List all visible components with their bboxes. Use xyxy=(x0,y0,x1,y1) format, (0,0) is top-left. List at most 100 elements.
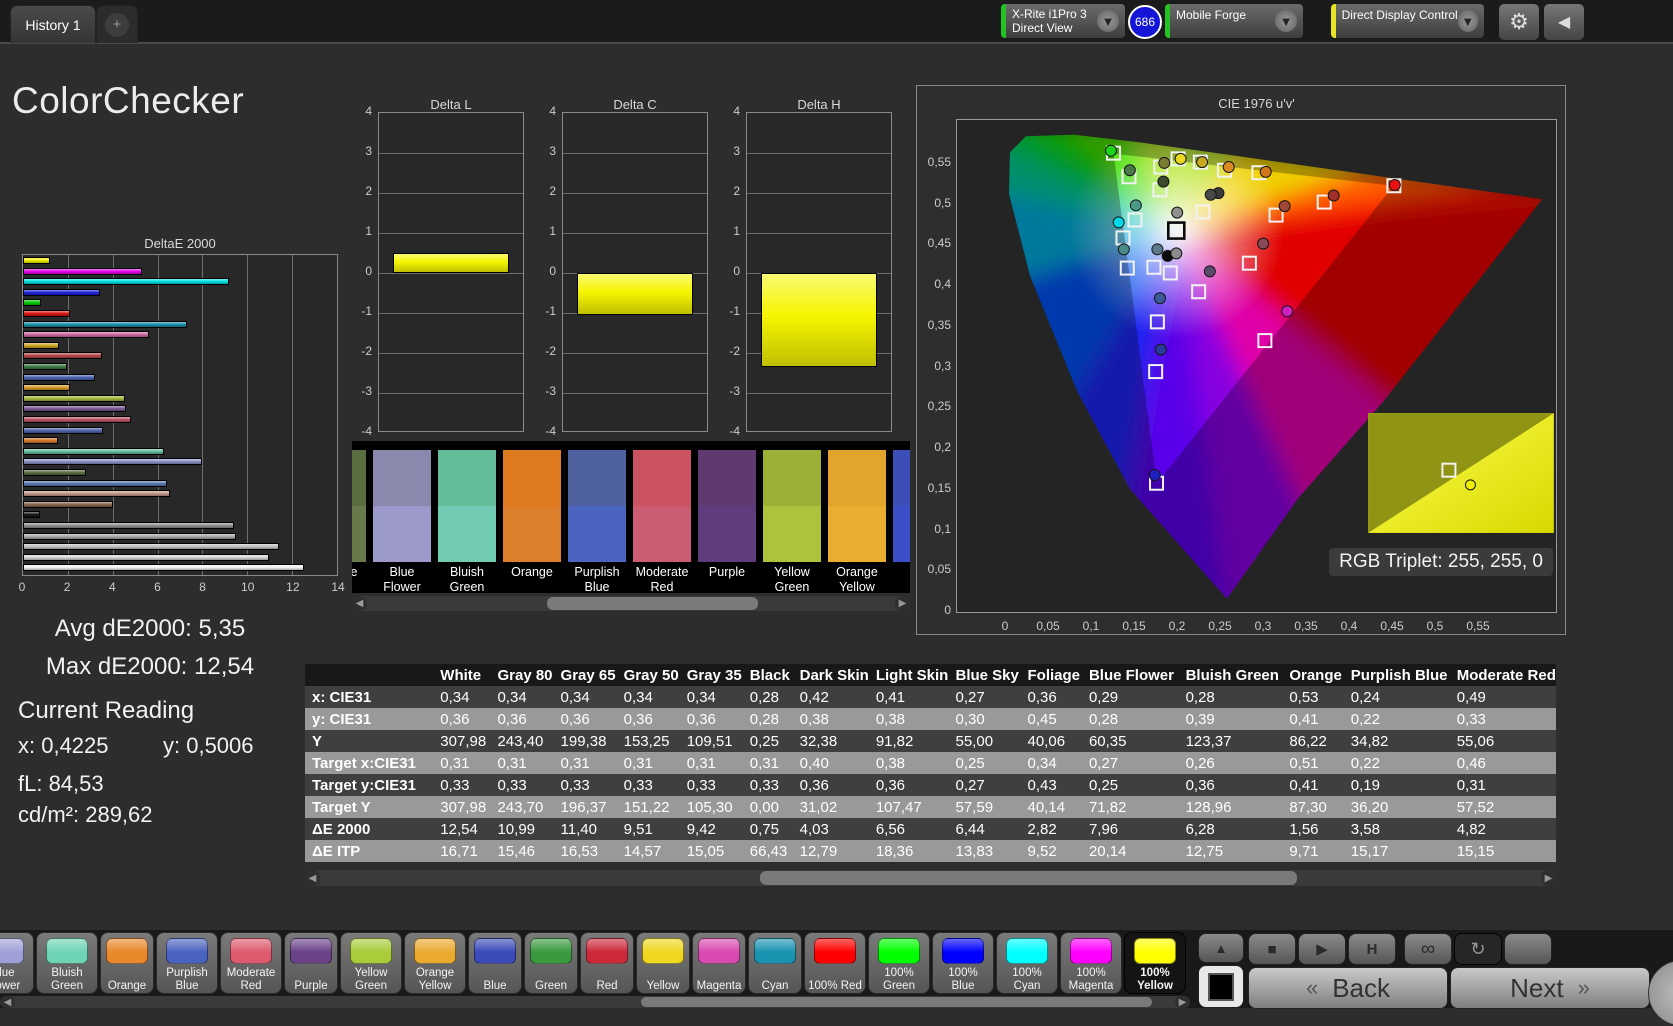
next-button[interactable]: Next » xyxy=(1450,967,1650,1009)
table-cell: 0,34 xyxy=(617,686,680,708)
patch-button-label: Orange Yellow xyxy=(416,965,454,992)
patch-button-magenta[interactable]: Magenta xyxy=(692,932,746,994)
column-header-gray-35[interactable]: Gray 35 xyxy=(680,664,743,686)
patch-button-yellow-green[interactable]: Yellow Green xyxy=(340,932,402,994)
patch-scroll-up-button[interactable]: ▲ xyxy=(1198,933,1244,963)
add-tab-button[interactable]: + xyxy=(96,5,138,43)
swatch-target-half xyxy=(503,506,561,562)
swatch-orange-yellow: Orange Yellow xyxy=(828,450,886,593)
table-cell: 15,17 xyxy=(1344,840,1450,862)
column-header-moderate-red[interactable]: Moderate Red xyxy=(1450,664,1556,686)
swatch-label: Blue Flower xyxy=(373,565,431,593)
scrollbar-track[interactable] xyxy=(320,870,1541,886)
settings-button[interactable]: ⚙ xyxy=(1498,3,1540,41)
column-header-black[interactable]: Black xyxy=(743,664,793,686)
cie-measured-marker xyxy=(1159,157,1170,168)
scroll-left-icon[interactable]: ◀ xyxy=(305,870,320,886)
y-tick-label: 2 xyxy=(714,184,740,198)
record-button[interactable] xyxy=(1504,933,1552,965)
meter-dropdown[interactable]: X-Rite i1Pro 3Direct View ▼ xyxy=(1000,3,1126,39)
table-cell: 0,30 xyxy=(949,708,1021,730)
step-button[interactable]: H xyxy=(1348,933,1396,965)
column-header-gray-50[interactable]: Gray 50 xyxy=(617,664,680,686)
scrollbar-track[interactable] xyxy=(15,996,1175,1008)
patch-button-100-magenta[interactable]: 100% Magenta xyxy=(1060,932,1122,994)
source-dropdown[interactable]: Mobile Forge ▼ xyxy=(1164,3,1304,39)
patch-button-red[interactable]: Red xyxy=(580,932,634,994)
stop-button[interactable]: ■ xyxy=(1248,933,1296,965)
column-header-purplish-blue[interactable]: Purplish Blue xyxy=(1344,664,1450,686)
patch-button-cyan[interactable]: Cyan xyxy=(748,932,802,994)
table-cell: 40,06 xyxy=(1021,730,1082,752)
patch-button-bluish-green[interactable]: Bluish Green xyxy=(36,932,98,994)
patch-button-purple[interactable]: Purple xyxy=(284,932,338,994)
continuous-read-button[interactable]: ↻ xyxy=(1454,933,1502,965)
patch-button-orange-yellow[interactable]: Orange Yellow xyxy=(404,932,466,994)
gridline xyxy=(379,233,523,234)
cie-y-tick-label: 0,4 xyxy=(921,277,951,291)
table-cell: 9,51 xyxy=(617,818,680,840)
scrollbar-thumb[interactable] xyxy=(760,871,1297,885)
table-scrollbar[interactable]: ◀ ▶ xyxy=(305,870,1556,886)
play-button[interactable]: ▶ xyxy=(1298,933,1346,965)
cie-measured-marker xyxy=(1130,200,1141,211)
back-button[interactable]: « Back xyxy=(1248,967,1448,1009)
display-control-dropdown[interactable]: Direct Display Control ▼ xyxy=(1330,3,1485,39)
patch-button-100-yellow[interactable]: 100% Yellow xyxy=(1124,932,1186,994)
swatch-measured-half xyxy=(893,450,910,506)
scrollbar-track[interactable] xyxy=(367,596,895,611)
swatch-yellow-green: Yellow Green xyxy=(763,450,821,593)
swatch-inner: Blue Flower xyxy=(373,450,431,593)
column-header-foliage[interactable]: Foliage xyxy=(1021,664,1082,686)
x-tick-label: 4 xyxy=(109,580,116,594)
loop-button[interactable]: ∞ xyxy=(1404,933,1452,965)
patch-button-100-red[interactable]: 100% Red xyxy=(804,932,866,994)
table-cell: 10,99 xyxy=(490,818,553,840)
column-header-orange[interactable]: Orange xyxy=(1282,664,1343,686)
patch-color-swatch xyxy=(1006,938,1048,964)
patch-button-label: Blue Flower xyxy=(0,965,20,992)
patch-button-moderate-red[interactable]: Moderate Red xyxy=(220,932,282,994)
column-header-blue-flower[interactable]: Blue Flower xyxy=(1082,664,1179,686)
patch-button-green[interactable]: Green xyxy=(524,932,578,994)
patch-bar-scrollbar[interactable]: ◀ ▶ xyxy=(0,996,1190,1008)
table-row: ΔE 200012,5410,9911,409,519,420,754,036,… xyxy=(305,818,1556,840)
table-cell: 16,53 xyxy=(554,840,617,862)
scrollbar-thumb[interactable] xyxy=(641,997,1151,1007)
patch-button-orange[interactable]: Orange xyxy=(100,932,154,994)
scroll-left-icon[interactable]: ◀ xyxy=(352,596,367,611)
column-header-gray-80[interactable]: Gray 80 xyxy=(490,664,553,686)
scrollbar-thumb[interactable] xyxy=(547,597,758,610)
scroll-left-icon[interactable]: ◀ xyxy=(0,996,15,1008)
patch-button-purplish-blue[interactable]: Purplish Blue xyxy=(156,932,218,994)
table-cell: 0,27 xyxy=(1082,752,1179,774)
scroll-right-icon[interactable]: ▶ xyxy=(1175,996,1190,1008)
corner-dial-button[interactable] xyxy=(1648,960,1673,1026)
column-header-blue-sky[interactable]: Blue Sky xyxy=(949,664,1021,686)
column-header-white[interactable]: White xyxy=(433,664,490,686)
gridline xyxy=(563,353,707,354)
swatch-strip-scrollbar[interactable]: ◀ ▶ xyxy=(352,596,910,611)
column-header-gray-65[interactable]: Gray 65 xyxy=(554,664,617,686)
table-cell: 32,38 xyxy=(793,730,869,752)
column-header-light-skin[interactable]: Light Skin xyxy=(869,664,949,686)
patch-button-yellow[interactable]: Yellow xyxy=(636,932,690,994)
patch-button-100-blue[interactable]: 100% Blue xyxy=(932,932,994,994)
deltae-bar-foliage xyxy=(23,469,86,476)
tab-history-1[interactable]: History 1 xyxy=(10,5,96,43)
column-header-bluish-green[interactable]: Bluish Green xyxy=(1179,664,1283,686)
table-cell: 15,46 xyxy=(490,840,553,862)
scroll-right-icon[interactable]: ▶ xyxy=(1541,870,1556,886)
patch-button-100-cyan[interactable]: 100% Cyan xyxy=(996,932,1058,994)
patch-button-blue-flower[interactable]: Blue Flower xyxy=(0,932,34,994)
y-tick-label: -4 xyxy=(346,424,372,438)
meter-count-badge[interactable]: 686 xyxy=(1128,5,1162,39)
patch-button-100-green[interactable]: 100% Green xyxy=(868,932,930,994)
scroll-right-icon[interactable]: ▶ xyxy=(895,596,910,611)
collapse-panel-button[interactable]: ◀ xyxy=(1543,3,1585,41)
deltae-bar-dark-skin xyxy=(23,501,113,508)
patch-button-blue[interactable]: Blue xyxy=(468,932,522,994)
table-cell: 60,35 xyxy=(1082,730,1179,752)
pattern-window-button[interactable] xyxy=(1198,965,1244,1008)
column-header-dark-skin[interactable]: Dark Skin xyxy=(793,664,869,686)
